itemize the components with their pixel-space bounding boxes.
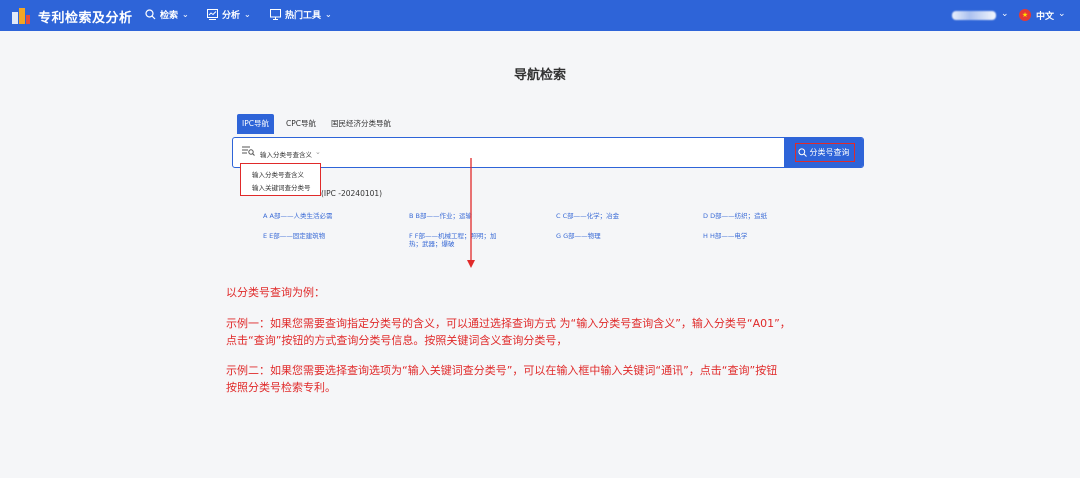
- instruction-example1-line1: 示例一：如果您需要查询指定分类号的含义，可以通过选择查询方式 为“输入分类号查询…: [226, 317, 791, 330]
- chevron-down-icon: ⌄: [244, 10, 251, 19]
- chart-icon: [207, 9, 218, 20]
- user-account[interactable]: [952, 11, 996, 20]
- nav-analysis[interactable]: 分析 ⌄: [207, 8, 251, 21]
- tab-cpc[interactable]: CPC导航: [281, 114, 321, 134]
- category-link-h[interactable]: H H部——电学: [703, 232, 747, 240]
- instruction-heading: 以分类号查询为例：: [226, 286, 325, 299]
- dropdown-option-keyword-to-code[interactable]: 输入关键词查分类号: [252, 182, 311, 192]
- category-link-g[interactable]: G G部——物理: [556, 232, 601, 240]
- category-link-d[interactable]: D D部——纺织；造纸: [703, 212, 767, 220]
- chevron-down-icon[interactable]: ⌄: [1058, 9, 1066, 19]
- tab-ipc[interactable]: IPC导航: [237, 114, 274, 134]
- nav-tools[interactable]: 热门工具 ⌄: [270, 8, 332, 21]
- category-link-e[interactable]: E E部——固定建筑物: [263, 232, 325, 240]
- chevron-down-icon: ⌄: [182, 10, 189, 19]
- category-link-f[interactable]: F F部——机械工程；照明；加热；武器；爆破: [409, 232, 509, 248]
- search-mode-select[interactable]: 输入分类号查含义: [260, 149, 312, 159]
- instruction-example2-line1: 示例二：如果您需要选择查询选项为“输入关键词查分类号”，可以在输入框中输入关键词…: [226, 364, 778, 377]
- category-link-b[interactable]: B B部——作业；运输: [409, 212, 472, 220]
- instruction-example1-line2: 点击“查询”按钮的方式查询分类号信息。按照关键词含义查询分类号，: [226, 334, 568, 347]
- monitor-icon: [270, 9, 281, 20]
- search-input[interactable]: [232, 137, 864, 168]
- nav-tools-label: 热门工具: [285, 11, 322, 21]
- logo-icon: [12, 8, 30, 24]
- chevron-down-icon[interactable]: ⌄: [1001, 9, 1009, 19]
- chevron-down-icon: ⌄: [325, 10, 332, 19]
- category-link-c[interactable]: C C部——化学；冶金: [556, 212, 619, 220]
- app-title[interactable]: 专利检索及分析: [38, 7, 133, 26]
- nav-analysis-label: 分析: [222, 11, 241, 21]
- chevron-down-icon[interactable]: ⌄: [315, 148, 321, 156]
- nav-search[interactable]: 检索 ⌄: [145, 8, 189, 21]
- ipc-version-label: (IPC -20240101): [321, 189, 383, 198]
- top-nav-bar: 专利检索及分析 检索 ⌄ 分析 ⌄ 热门工具 ⌄ ⌄ ★ 中文 ⌄: [0, 0, 1080, 31]
- china-flag-icon: ★: [1019, 9, 1031, 21]
- nav-search-label: 检索: [160, 11, 179, 21]
- annotation-arrow: [467, 158, 475, 268]
- category-link-a[interactable]: A A部——人类生活必需: [263, 212, 332, 220]
- tab-national-economy[interactable]: 国民经济分类导航: [326, 114, 396, 134]
- instruction-example2-line2: 按照分类号检索专利。: [226, 381, 336, 394]
- annotation-highlight-box: [795, 143, 855, 162]
- search-icon: [145, 9, 156, 20]
- dropdown-option-code-to-meaning[interactable]: 输入分类号查含义: [252, 169, 304, 179]
- page-title: 导航检索: [513, 68, 566, 83]
- language-selector[interactable]: 中文: [1036, 9, 1054, 22]
- filter-search-icon: [242, 146, 255, 156]
